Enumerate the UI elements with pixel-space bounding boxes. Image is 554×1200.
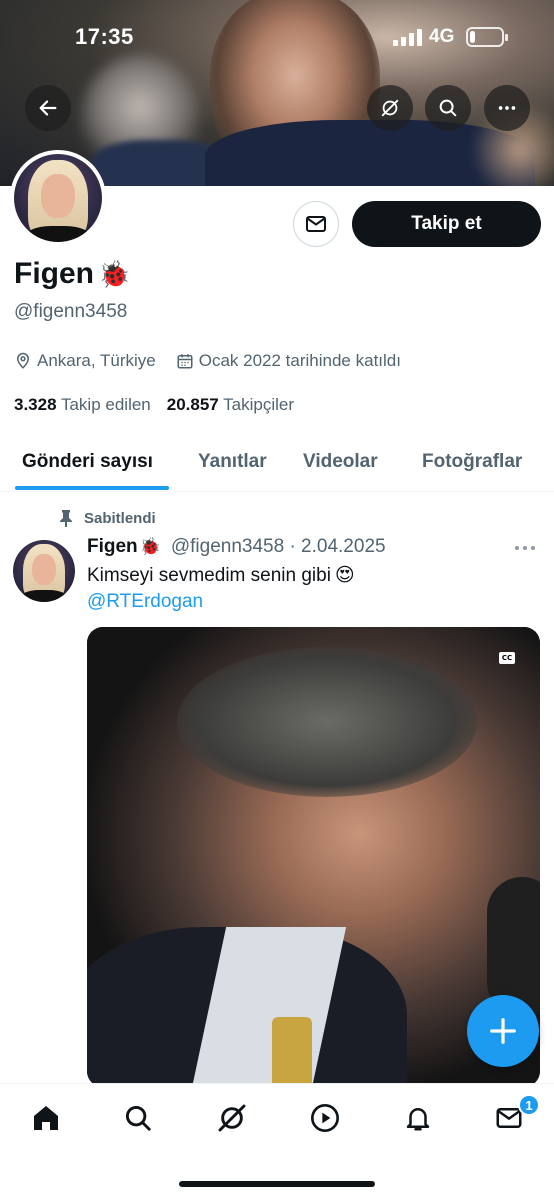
heart-eyes-emoji: 😍 xyxy=(334,565,355,586)
nav-grok[interactable] xyxy=(208,1098,256,1138)
joined-item: Ocak 2022 tarihinde katıldı xyxy=(176,351,401,371)
envelope-icon xyxy=(306,216,326,232)
calendar-icon xyxy=(177,354,193,369)
post-header: Figen 🐞 @figenn3458 · 2.04.2025 xyxy=(87,536,386,558)
joined-text: Ocak 2022 tarihinde katıldı xyxy=(198,351,401,370)
followers-link[interactable]: 20.857 Takipçiler xyxy=(167,395,294,415)
grok-button[interactable] xyxy=(367,85,413,131)
post-author-emoji: 🐞 xyxy=(139,537,161,556)
search-icon xyxy=(439,99,457,117)
battery-icon xyxy=(466,27,508,47)
profile-display-name: Figen 🐞 xyxy=(14,257,130,291)
location-text: Ankara, Türkiye xyxy=(37,351,156,370)
followers-label: Takipçiler xyxy=(223,395,295,414)
following-count: 3.328 xyxy=(14,395,57,414)
home-icon xyxy=(34,1106,58,1130)
grok-icon xyxy=(381,99,399,117)
compose-button[interactable] xyxy=(467,995,539,1067)
tab-photos[interactable]: Fotoğraflar xyxy=(422,432,522,492)
pin-icon xyxy=(60,510,72,527)
profile-meta: Ankara, Türkiye Ocak 2022 tarihinde katı… xyxy=(14,351,421,371)
post-text: Kimseyi sevmedim senin gibi 😍 xyxy=(87,564,355,587)
post-meta: @figenn3458 · 2.04.2025 xyxy=(170,536,386,557)
follow-button[interactable]: Takip et xyxy=(352,201,541,247)
message-button[interactable] xyxy=(293,201,339,247)
grok-icon xyxy=(218,1104,246,1132)
location-item: Ankara, Türkiye xyxy=(14,351,156,371)
follow-counts: 3.328 Takip edilen 20.857 Takipçiler xyxy=(14,395,294,415)
notifications-icon xyxy=(406,1108,430,1131)
post-avatar[interactable] xyxy=(13,540,75,602)
followers-count: 20.857 xyxy=(166,395,219,414)
back-arrow-icon xyxy=(39,100,57,116)
nav-notifications[interactable] xyxy=(394,1098,442,1138)
display-name-text: Figen xyxy=(14,257,94,290)
pinned-label: Sabitlendi xyxy=(84,509,156,527)
signal-icon xyxy=(393,28,423,46)
search-button[interactable] xyxy=(425,85,471,131)
post-more-button[interactable] xyxy=(515,546,535,550)
more-button[interactable] xyxy=(484,85,530,131)
home-indicator[interactable] xyxy=(179,1181,375,1187)
nav-search[interactable] xyxy=(114,1098,162,1138)
active-tab-indicator xyxy=(15,486,169,490)
post-author-name[interactable]: Figen xyxy=(87,536,138,558)
status-bar: 17:35 4G xyxy=(0,0,554,74)
pinned-indicator: Sabitlendi xyxy=(58,509,156,527)
video-icon xyxy=(311,1104,339,1132)
nav-video[interactable] xyxy=(301,1098,349,1138)
tab-posts[interactable]: Gönderi sayısı xyxy=(22,432,153,492)
following-link[interactable]: 3.328 Takip edilen xyxy=(14,395,151,415)
messages-badge: 1 xyxy=(518,1094,540,1116)
plus-icon xyxy=(490,1018,516,1044)
status-time: 17:35 xyxy=(75,24,134,49)
post-mention-link[interactable]: @RTErdogan xyxy=(87,591,203,613)
network-label: 4G xyxy=(429,26,455,47)
following-label: Takip edilen xyxy=(60,395,151,414)
search-icon xyxy=(125,1105,151,1131)
nav-home[interactable] xyxy=(22,1098,70,1138)
post-text-body: Kimseyi sevmedim senin gibi xyxy=(87,564,331,586)
tab-videos[interactable]: Videolar xyxy=(303,432,378,492)
profile-avatar[interactable] xyxy=(10,150,106,246)
closed-captions-icon[interactable]: CC xyxy=(499,652,515,664)
more-icon xyxy=(498,106,516,110)
tab-replies[interactable]: Yanıtlar xyxy=(198,432,267,492)
profile-handle: @figenn3458 xyxy=(14,301,128,322)
location-pin-icon xyxy=(16,352,30,369)
ladybug-emoji: 🐞 xyxy=(98,258,131,289)
profile-tabs: Gönderi sayısı Yanıtlar Videolar Fotoğra… xyxy=(0,432,554,492)
back-button[interactable] xyxy=(25,85,71,131)
